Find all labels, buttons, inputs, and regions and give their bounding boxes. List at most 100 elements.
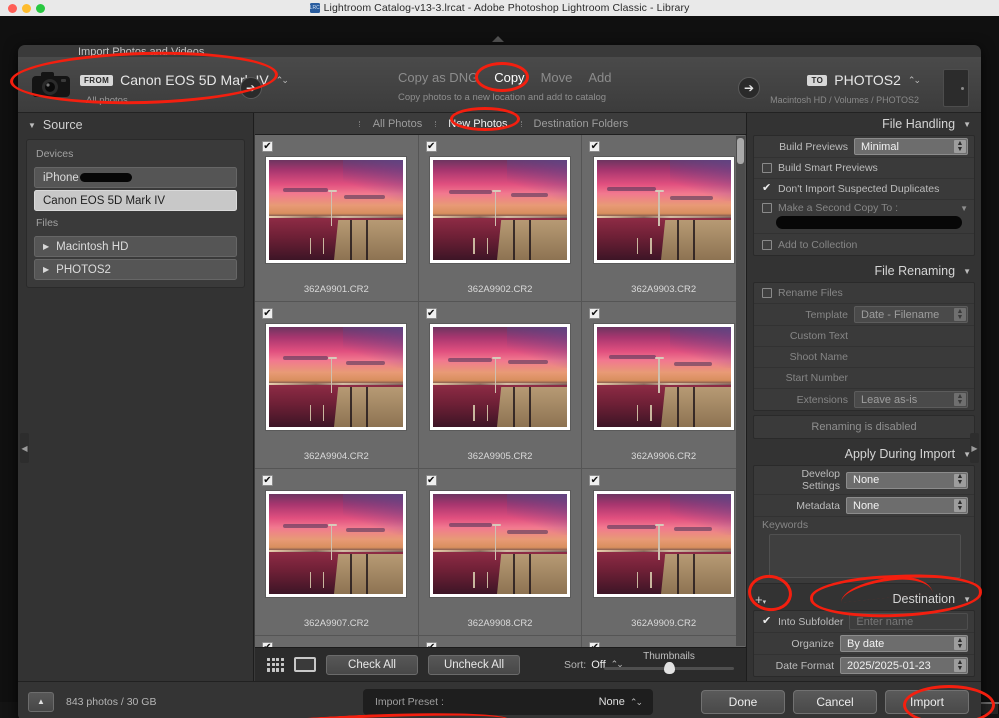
check-all-button[interactable]: Check All (326, 655, 418, 675)
cancel-button[interactable]: Cancel (793, 690, 877, 714)
photo-checkbox[interactable]: ✔ (426, 475, 437, 486)
shoot-name-row[interactable]: Shoot Name (754, 347, 974, 368)
photo-checkbox[interactable]: ✔ (262, 475, 273, 486)
import-mode-tabs[interactable]: Copy as DNG Copy Move Add (398, 70, 718, 85)
add-to-collection-row[interactable]: Add to Collection (754, 234, 974, 255)
develop-settings-row[interactable]: Develop Settings None ▲▼ (754, 466, 974, 495)
import-preset-value[interactable]: None ⌃⌄ (599, 696, 641, 708)
into-subfolder-checkbox[interactable] (762, 617, 772, 627)
photo-checkbox[interactable]: ✔ (262, 141, 273, 152)
thumbnails-slider-knob[interactable] (664, 662, 675, 674)
photo-thumbnail[interactable] (594, 491, 734, 597)
photo-checkbox[interactable]: ✔ (262, 308, 273, 319)
photo-thumbnail[interactable] (430, 324, 570, 430)
stepper-icon[interactable]: ▲▼ (954, 140, 966, 153)
import-preset-bar[interactable]: Import Preset : None ⌃⌄ (363, 689, 653, 715)
date-format-select[interactable]: 2025/2025-01-23 ▲▼ (840, 657, 968, 674)
collapse-triangle-icon[interactable]: ▼ (963, 120, 971, 129)
rename-files-checkbox[interactable] (762, 288, 772, 298)
destination-stepper-icon[interactable]: ⌃⌄ (908, 75, 919, 86)
apply-during-import-header[interactable]: Apply During Import ▼ (747, 443, 981, 465)
chevron-down-icon[interactable]: ▼ (960, 204, 968, 213)
photo-checkbox[interactable]: ✔ (589, 141, 600, 152)
import-destination-selector[interactable]: TO PHOTOS2 ⌃⌄ (807, 72, 919, 88)
collapse-triangle-icon[interactable]: ▼ (963, 595, 971, 604)
organize-row[interactable]: Organize By date ▲▼ (754, 633, 974, 655)
tab-destination-folders[interactable]: Destination Folders (521, 118, 642, 130)
grid-scrollbar-thumb[interactable] (737, 138, 744, 164)
source-item-photos2[interactable]: ▶ PHOTOS2 (34, 259, 237, 280)
import-button[interactable]: Import (885, 690, 969, 714)
photo-cell[interactable]: ✔ (582, 135, 746, 302)
keywords-input[interactable] (769, 534, 961, 578)
tab-all-photos[interactable]: All Photos (360, 118, 436, 130)
source-item-macintosh-hd[interactable]: ▶ Macintosh HD (34, 236, 237, 257)
photo-cell[interactable]: ✔ (419, 636, 583, 647)
metadata-select[interactable]: None ▲▼ (846, 497, 968, 514)
source-panel-header[interactable]: ▼ Source (18, 113, 253, 137)
add-to-collection-checkbox[interactable] (762, 240, 772, 250)
into-subfolder-row[interactable]: Into Subfolder Enter name (754, 611, 974, 633)
uncheck-all-button[interactable]: Uncheck All (428, 655, 520, 675)
source-stepper-icon[interactable]: ⌃⌄ (276, 75, 287, 86)
photo-checkbox[interactable]: ✔ (589, 308, 600, 319)
photo-thumbnail[interactable] (266, 157, 406, 263)
build-previews-row[interactable]: Build Previews Minimal ▲▼ (754, 136, 974, 158)
build-smart-previews-checkbox[interactable] (762, 163, 772, 173)
import-mode-copy-as-dng[interactable]: Copy as DNG (398, 70, 478, 85)
photo-cell[interactable]: ✔ (582, 469, 746, 636)
collapse-triangle-icon[interactable]: ▼ (963, 267, 971, 276)
photo-checkbox[interactable]: ✔ (426, 141, 437, 152)
extensions-select[interactable]: Leave as-is ▲▼ (854, 391, 968, 408)
subfolder-name-input[interactable]: Enter name (849, 613, 968, 630)
photo-cell[interactable]: ✔ (419, 469, 583, 636)
done-button[interactable]: Done (701, 690, 785, 714)
disclosure-triangle-icon[interactable]: ▶ (43, 265, 49, 274)
file-renaming-header[interactable]: File Renaming ▼ (747, 260, 981, 282)
date-format-row[interactable]: Date Format 2025/2025-01-23 ▲▼ (754, 655, 974, 676)
import-mode-copy[interactable]: Copy (494, 70, 524, 85)
custom-text-row[interactable]: Custom Text (754, 326, 974, 347)
photo-thumbnail[interactable] (266, 324, 406, 430)
grid-tabs[interactable]: All Photos New Photos Destination Folder… (255, 113, 746, 135)
stepper-icon[interactable]: ▲▼ (954, 393, 966, 406)
loupe-view-icon[interactable] (294, 657, 316, 672)
right-panel-collapse-handle[interactable]: ▶ (970, 433, 979, 463)
thumbnails-slider-track[interactable] (604, 667, 734, 670)
develop-settings-select[interactable]: None ▲▼ (846, 472, 968, 489)
photo-checkbox[interactable]: ✔ (589, 475, 600, 486)
photo-thumbnail[interactable] (594, 324, 734, 430)
stepper-icon[interactable]: ▲▼ (954, 308, 966, 321)
build-previews-select[interactable]: Minimal ▲▼ (854, 138, 968, 155)
grid-scrollbar[interactable] (736, 136, 745, 646)
second-copy-checkbox[interactable] (762, 203, 772, 213)
photo-thumbnail[interactable] (430, 157, 570, 263)
disclosure-triangle-icon[interactable]: ▶ (43, 242, 49, 251)
photo-cell[interactable]: ✔ (419, 302, 583, 469)
preset-stepper-icon[interactable]: ⌃⌄ (630, 697, 641, 708)
source-item-iphone[interactable]: iPhone (34, 167, 237, 188)
photo-cell[interactable]: ✔ (255, 135, 419, 302)
grid-view-icon[interactable] (267, 658, 284, 672)
import-mode-add[interactable]: Add (588, 70, 611, 85)
extensions-row[interactable]: Extensions Leave as-is ▲▼ (754, 389, 974, 410)
dont-import-duplicates-checkbox[interactable] (762, 184, 772, 194)
rename-files-row[interactable]: Rename Files (754, 283, 974, 304)
photo-thumbnail[interactable] (430, 491, 570, 597)
source-item-canon-eos-5d-mark-iv[interactable]: Canon EOS 5D Mark IV (34, 190, 237, 211)
second-copy-row[interactable]: Make a Second Copy To : ▼ (754, 200, 974, 234)
photo-cell[interactable]: ✔ (582, 302, 746, 469)
dont-import-duplicates-row[interactable]: Don't Import Suspected Duplicates (754, 179, 974, 200)
template-select[interactable]: Date - Filename ▲▼ (854, 306, 968, 323)
stepper-icon[interactable]: ▲▼ (954, 499, 966, 512)
import-mode-move[interactable]: Move (541, 70, 573, 85)
photo-thumbnail[interactable] (266, 491, 406, 597)
photo-cell[interactable]: ✔ (582, 636, 746, 647)
photo-thumbnail[interactable] (594, 157, 734, 263)
plus-icon[interactable]: +▾ (755, 592, 766, 607)
start-number-row[interactable]: Start Number (754, 368, 974, 389)
photo-cell[interactable]: ✔ (419, 135, 583, 302)
keywords-row[interactable]: Keywords (754, 517, 974, 578)
source-arrow-right-icon[interactable]: ➔ (240, 77, 262, 99)
stepper-icon[interactable]: ▲▼ (954, 474, 966, 487)
